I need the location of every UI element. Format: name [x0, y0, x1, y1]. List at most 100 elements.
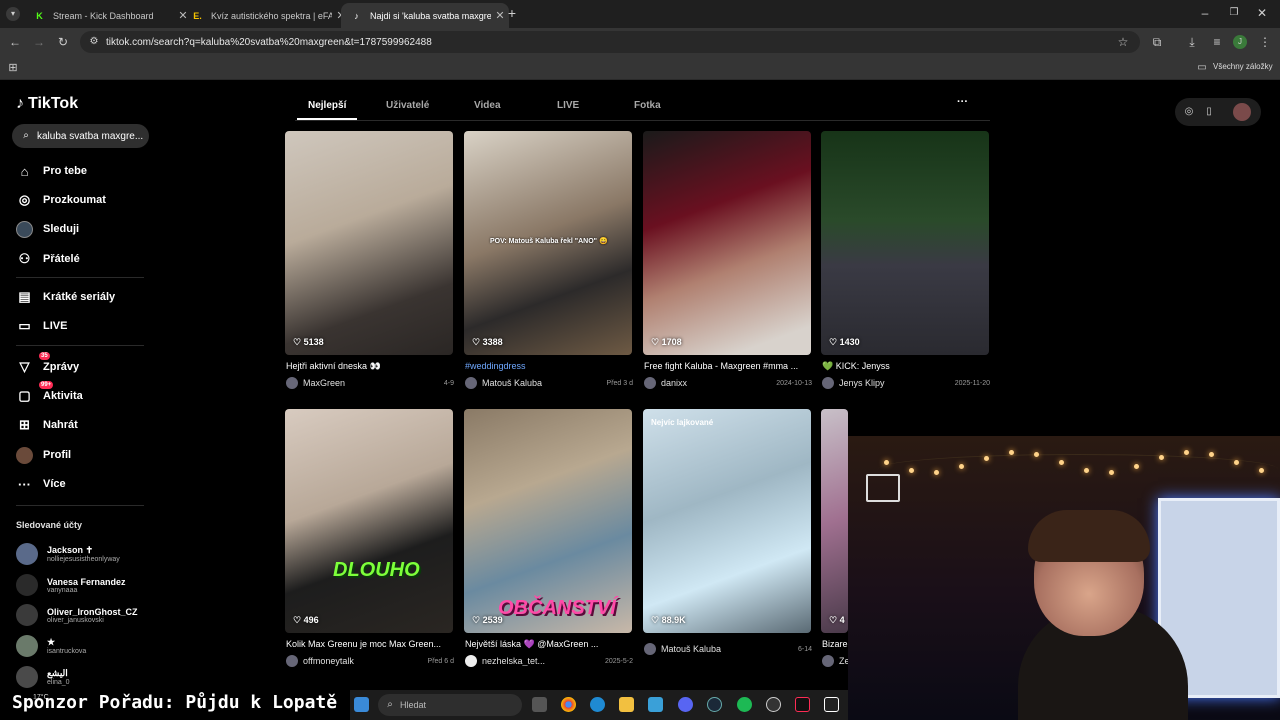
forward-icon[interactable]: → — [32, 35, 46, 49]
video-author[interactable]: danixx 2024-10-13 — [644, 377, 812, 389]
tab-live[interactable]: LIVE — [557, 100, 579, 111]
like-count: ♡ 496 — [293, 615, 319, 625]
tiktok-logo[interactable]: ♪ TikTok — [16, 95, 78, 113]
all-bookmarks-link[interactable]: Všechny záložky — [1213, 62, 1273, 71]
menu-icon[interactable]: ⋮ — [1258, 35, 1272, 49]
windows-start-icon[interactable] — [354, 697, 369, 712]
fairy-light-bulb — [884, 460, 889, 465]
media-icon[interactable]: ≡ — [1210, 35, 1224, 49]
phone-icon[interactable]: ▯ — [1203, 105, 1215, 119]
discord-icon[interactable] — [678, 697, 693, 712]
nav-live[interactable]: ▭ LIVE — [16, 315, 67, 337]
video-card[interactable]: ♡ 1708 — [643, 131, 811, 355]
nav-profil[interactable]: Profil — [16, 444, 71, 466]
video-card[interactable]: ♡ 4 — [821, 409, 848, 633]
nav-pratele[interactable]: ⚇ Přátelé — [16, 248, 80, 270]
video-caption[interactable]: 💚 KICK: Jenyss — [822, 361, 990, 372]
video-caption[interactable]: Hejtři aktivní dneska 👀 — [286, 361, 454, 372]
minimize-icon[interactable]: – — [1198, 6, 1212, 20]
browser-tab-tiktok[interactable]: ♪ Najdi si 'kaluba svatba maxgreen' ✕ — [341, 3, 509, 28]
maximize-icon[interactable]: ❐ — [1227, 6, 1241, 20]
tab-fotka[interactable]: Fotka — [634, 100, 661, 111]
tab-search-icon[interactable]: ▾ — [6, 7, 20, 21]
tab-nejlepsi[interactable]: Nejlepší — [308, 100, 346, 111]
video-caption[interactable]: #weddingdress — [465, 361, 633, 371]
apps-grid-icon[interactable]: ⊞ — [6, 61, 20, 75]
fairy-light-bulb — [1209, 452, 1214, 457]
followed-account[interactable]: Oliver_IronGhost_CZ oliver_januskovski — [16, 602, 138, 628]
fairy-light-bulb — [1109, 470, 1114, 475]
following-header: Sledované účty — [16, 520, 83, 530]
video-author[interactable]: Matouš Kaluba Před 3 d — [465, 377, 633, 389]
browser-tab-efaq[interactable]: E. Kvíz autistického spektra | eFAQ ✕ — [182, 3, 350, 28]
video-caption[interactable]: Free fight Kaluba - Maxgreen #mma ... — [644, 361, 812, 371]
search-input[interactable]: ⌕ kaluba svatba maxgre... — [12, 124, 149, 148]
followed-account[interactable]: ★ isantruckova — [16, 633, 86, 659]
avatar — [16, 635, 38, 657]
like-value: 88.9K — [661, 615, 686, 625]
tab-uzivatele[interactable]: Uživatelé — [386, 100, 429, 111]
file-explorer-icon[interactable] — [619, 697, 634, 712]
nav-aktivita[interactable]: ▢ 99+ Aktivita — [16, 381, 83, 407]
nav-vice[interactable]: ··· Více — [16, 473, 66, 495]
nav-pro-tebe[interactable]: ⌂ Pro tebe — [16, 160, 87, 182]
account-name: الیشع — [47, 668, 68, 678]
avatar — [465, 655, 477, 667]
followed-account[interactable]: Jackson ✝ nolliejesusistheonlyway — [16, 541, 120, 567]
video-caption[interactable]: Bizare — [822, 639, 848, 649]
nav-zpravy[interactable]: ▽ 35 Zprávy — [16, 352, 79, 378]
chrome-icon[interactable] — [561, 697, 576, 712]
video-author[interactable]: offmoneytalk Před 6 d — [286, 655, 454, 667]
address-bar[interactable]: ⚙ tiktok.com/search?q=kaluba%20svatba%20… — [80, 31, 1140, 53]
close-window-icon[interactable]: ✕ — [1255, 6, 1269, 20]
spotify-icon[interactable] — [737, 697, 752, 712]
new-tab-icon[interactable]: + — [505, 6, 519, 20]
obs-icon[interactable] — [766, 697, 781, 712]
tab-videa[interactable]: Videa — [474, 100, 501, 111]
nav-sleduji[interactable]: Sleduji — [16, 218, 79, 240]
video-card[interactable]: Nejvíc lajkované ♡ 88.9K — [643, 409, 811, 633]
bookmark-star-icon[interactable]: ☆ — [1116, 35, 1130, 49]
video-card[interactable]: OBČANSTVÍ ♡ 2539 — [464, 409, 632, 633]
video-card[interactable]: ♡ 1430 — [821, 131, 989, 355]
download-icon[interactable]: ⤓ — [1185, 35, 1199, 49]
more-options-icon[interactable]: ··· — [957, 96, 968, 108]
video-author[interactable]: nezhelska_tet... 2025-5-2 — [465, 655, 633, 667]
extensions-icon[interactable]: ⧉ — [1150, 35, 1164, 49]
video-author[interactable]: Jenys Klipy 2025-11-20 — [822, 377, 990, 389]
video-author[interactable]: Matouš Kaluba 6-14 — [644, 643, 812, 655]
fairy-light-bulb — [1059, 460, 1064, 465]
user-avatar[interactable] — [1233, 103, 1251, 121]
video-card[interactable]: POV: Matouš Kaluba řekl "ANO" 😄 ♡ 3388 — [464, 131, 632, 355]
followed-account[interactable]: الیشع elina_0 — [16, 664, 70, 690]
site-info-icon[interactable]: ⚙ — [88, 35, 100, 49]
video-author[interactable]: MaxGreen 4-9 — [286, 377, 454, 389]
active-tab-underline — [297, 118, 357, 120]
video-date: Před 3 d — [606, 379, 633, 387]
notepad-icon[interactable] — [648, 697, 663, 712]
tiktok-app-icon[interactable] — [795, 697, 810, 712]
video-card[interactable]: ♡ 5138 — [285, 131, 453, 355]
folder-icon: ▭ — [1197, 62, 1207, 73]
capcut-icon[interactable] — [824, 697, 839, 712]
steam-icon[interactable] — [707, 697, 722, 712]
back-icon[interactable]: ← — [8, 35, 22, 49]
compass-small-icon[interactable]: ◎ — [1183, 105, 1195, 119]
video-card[interactable]: DLOUHO ♡ 496 — [285, 409, 453, 633]
edge-icon[interactable] — [590, 697, 605, 712]
browser-tab-bar: ▾ K Stream - Kick Dashboard ✕ E. Kvíz au… — [0, 0, 1280, 28]
profile-avatar[interactable]: J — [1233, 35, 1247, 49]
reload-icon[interactable]: ↻ — [56, 35, 70, 49]
account-handle: isantruckova — [47, 648, 87, 655]
video-author[interactable]: Ze — [822, 655, 848, 667]
followed-account[interactable]: Vanesa Fernandez vanynaaa — [16, 572, 126, 598]
nav-kratke-serialy[interactable]: ▤ Krátké seriály — [16, 286, 115, 308]
nav-prozkoumat[interactable]: ◎ Prozkoumat — [16, 189, 106, 211]
video-caption[interactable]: Kolik Max Greenu je moc Max Green... — [286, 639, 454, 649]
taskbar-search[interactable]: ⌕ Hledat — [378, 694, 522, 716]
task-view-icon[interactable] — [532, 697, 547, 712]
nav-nahrat[interactable]: ⊞ Nahrát — [16, 414, 78, 436]
nav-label: LIVE — [43, 320, 68, 332]
video-caption[interactable]: Největší láska 💜 @MaxGreen ... — [465, 639, 633, 650]
browser-tab-kick[interactable]: K Stream - Kick Dashboard ✕ — [24, 3, 192, 28]
